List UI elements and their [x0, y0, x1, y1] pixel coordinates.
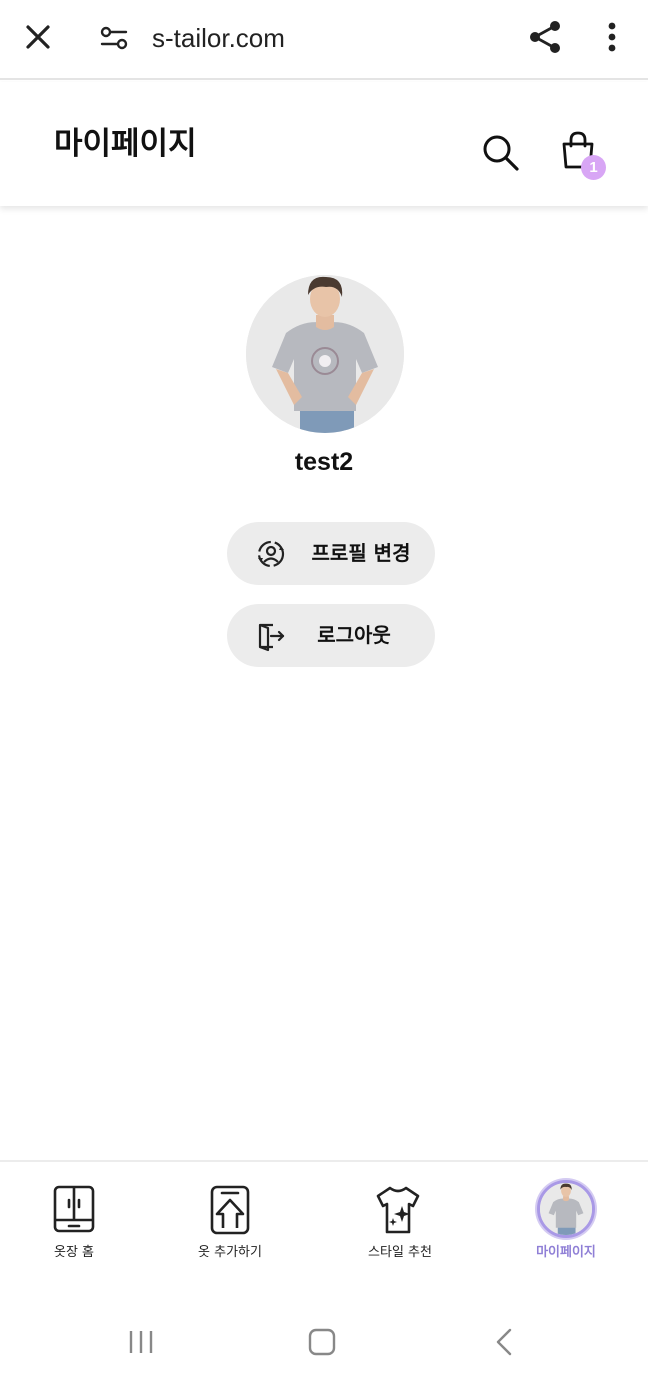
logout-label: 로그아웃	[317, 623, 391, 647]
bottom-nav: 옷장 홈 옷 추가하기 스타일 추천 마이페이지	[0, 1160, 648, 1284]
cart-count-badge: 1	[581, 155, 606, 180]
nav-item-style-recommend[interactable]: 스타일 추천	[348, 1162, 452, 1272]
nav-label-closet-home: 옷장 홈	[53, 1245, 94, 1260]
nav-avatar-photo	[540, 1183, 592, 1235]
more-vert-icon[interactable]	[596, 18, 628, 56]
url-text[interactable]: s-tailor.com	[152, 18, 285, 58]
nav-item-add-clothes[interactable]: 옷 추가하기	[180, 1162, 280, 1272]
profile-sync-icon	[257, 540, 285, 568]
search-icon[interactable]	[480, 132, 520, 172]
nav-label-style-recommend: 스타일 추천	[368, 1245, 432, 1260]
profile-avatar	[246, 275, 404, 433]
nav-label-add-clothes: 옷 추가하기	[198, 1245, 262, 1260]
logout-button[interactable]: 로그아웃	[227, 604, 435, 667]
avatar	[537, 1180, 595, 1238]
avatar-photo	[246, 275, 404, 433]
page-title: 마이페이지	[54, 126, 197, 162]
home-icon[interactable]	[300, 1320, 344, 1364]
close-icon[interactable]	[20, 19, 56, 55]
username: test2	[294, 448, 354, 476]
edit-profile-button[interactable]: 프로필 변경	[227, 522, 435, 585]
nav-item-mypage[interactable]: 마이페이지	[516, 1162, 616, 1272]
share-icon[interactable]	[526, 18, 564, 56]
tshirt-sparkle-icon	[376, 1186, 420, 1234]
nav-item-closet-home[interactable]: 옷장 홈	[24, 1162, 124, 1272]
site-settings-icon[interactable]	[98, 22, 130, 54]
recent-apps-icon[interactable]	[119, 1320, 163, 1364]
nav-label-mypage: 마이페이지	[536, 1245, 596, 1260]
logout-icon	[258, 623, 285, 652]
back-icon[interactable]	[482, 1320, 526, 1364]
add-clothes-icon	[210, 1185, 250, 1235]
app-header: 마이페이지 1	[0, 82, 648, 206]
browser-toolbar: s-tailor.com	[0, 0, 648, 80]
system-nav-bar	[0, 1300, 648, 1384]
wardrobe-icon	[53, 1185, 95, 1233]
edit-profile-label: 프로필 변경	[311, 541, 411, 565]
